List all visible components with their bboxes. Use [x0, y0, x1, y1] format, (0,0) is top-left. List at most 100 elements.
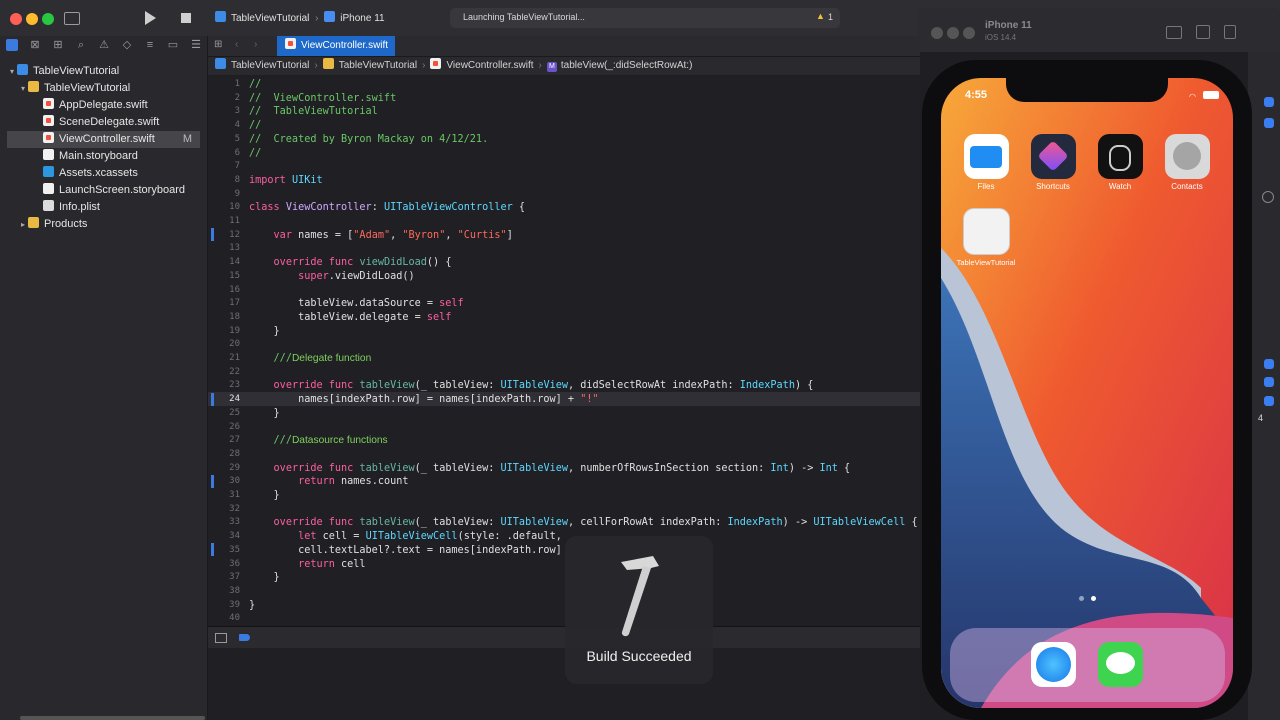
tree-file[interactable]: Assets.xcassets	[43, 165, 138, 182]
line-number[interactable]: 20	[208, 339, 240, 349]
sidebar-scrollbar[interactable]	[20, 716, 205, 720]
line-number[interactable]: 1	[208, 79, 240, 89]
run-button[interactable]	[145, 11, 156, 25]
rotate-icon[interactable]	[1224, 25, 1236, 39]
grid-icon[interactable]: ⊞	[214, 39, 222, 50]
tree-file[interactable]: Info.plist	[43, 199, 100, 216]
line-number[interactable]: 23	[208, 380, 240, 390]
line-number[interactable]: 18	[208, 312, 240, 322]
popup-stepper[interactable]	[1264, 359, 1274, 369]
stop-button[interactable]	[181, 13, 191, 23]
breakpoints-toggle-icon[interactable]	[239, 634, 250, 641]
close-window-button[interactable]	[10, 13, 22, 25]
line-number[interactable]: 16	[208, 285, 240, 295]
line-number[interactable]: 21	[208, 353, 240, 363]
tree-file-selected[interactable]: ViewController.swift M	[7, 131, 200, 148]
zoom-window-button[interactable]	[42, 13, 54, 25]
debug-icon[interactable]: ≡	[144, 39, 156, 51]
code-line: override func tableView(_ tableView: UIT…	[273, 462, 851, 474]
line-number[interactable]: 37	[208, 572, 240, 582]
breakpoint-icon[interactable]: ▭	[167, 39, 179, 51]
line-number[interactable]: 36	[208, 559, 240, 569]
tree-group-folder[interactable]: ▸ Products	[21, 216, 87, 233]
line-number[interactable]: 3	[208, 106, 240, 116]
tree-project-root[interactable]: ▾ TableViewTutorial	[10, 63, 119, 80]
popup-stepper[interactable]	[1264, 377, 1274, 387]
safari-icon[interactable]	[1031, 642, 1076, 687]
tree-group-folder[interactable]: ▾ TableViewTutorial	[21, 80, 130, 97]
minimize-window-button[interactable]	[26, 13, 38, 25]
page-dot-active[interactable]	[1091, 596, 1096, 601]
line-number[interactable]: 15	[208, 271, 240, 281]
line-number[interactable]: 7	[208, 161, 240, 171]
source-control-icon[interactable]: ⊠	[29, 39, 41, 51]
sidebar-toggle-icon[interactable]	[64, 12, 80, 25]
line-number[interactable]: 2	[208, 93, 240, 103]
back-icon[interactable]: ‹	[235, 39, 238, 50]
sim-close-button[interactable]	[931, 27, 943, 39]
scheme-selector[interactable]: TableViewTutorial › iPhone 11	[215, 11, 385, 24]
line-number[interactable]: 5	[208, 134, 240, 144]
folder-icon[interactable]	[6, 39, 18, 51]
line-number[interactable]: 24	[208, 394, 240, 404]
line-number[interactable]: 29	[208, 463, 240, 473]
line-number[interactable]: 9	[208, 189, 240, 199]
line-number[interactable]: 22	[208, 367, 240, 377]
symbol-icon[interactable]: ⊞	[52, 39, 64, 51]
popup-stepper[interactable]	[1264, 396, 1274, 406]
line-number[interactable]: 27	[208, 435, 240, 445]
line-number[interactable]: 40	[208, 613, 240, 623]
app-files[interactable]: Files	[963, 134, 1009, 191]
line-number[interactable]: 31	[208, 490, 240, 500]
line-number[interactable]: 8	[208, 175, 240, 185]
line-number[interactable]: 25	[208, 408, 240, 418]
search-icon[interactable]: ⌕	[75, 39, 87, 51]
app-shortcuts[interactable]: Shortcuts	[1030, 134, 1076, 191]
tree-file[interactable]: LaunchScreen.storyboard	[43, 182, 185, 199]
line-number[interactable]: 13	[208, 243, 240, 253]
line-number[interactable]: 30	[208, 476, 240, 486]
app-watch[interactable]: Watch	[1097, 134, 1143, 191]
line-number[interactable]: 4	[208, 120, 240, 130]
line-number[interactable]: 28	[208, 449, 240, 459]
forward-icon[interactable]: ›	[254, 39, 257, 50]
line-number[interactable]: 19	[208, 326, 240, 336]
iphone-screen[interactable]: 4:55 ◠ Files Shortcuts Watch Contacts Ta…	[941, 78, 1233, 708]
tree-file[interactable]: AppDelegate.swift	[43, 97, 148, 114]
line-number[interactable]: 11	[208, 216, 240, 226]
report-icon[interactable]: ☰	[190, 39, 202, 51]
console-area[interactable]	[208, 648, 920, 720]
sim-zoom-button[interactable]	[963, 27, 975, 39]
line-number[interactable]: 33	[208, 517, 240, 527]
line-number[interactable]: 14	[208, 257, 240, 267]
line-number[interactable]: 38	[208, 586, 240, 596]
line-number[interactable]: 17	[208, 298, 240, 308]
line-number[interactable]: 39	[208, 600, 240, 610]
line-number[interactable]: 35	[208, 545, 240, 555]
warning-icon[interactable]: ▲	[816, 11, 825, 21]
source-editor[interactable]: 1 2 3 4 5 6 7 8 9 10 11 12 13 14 15 16 17 18 19 20 21 22 23 24 2…	[208, 76, 920, 626]
popup-stepper[interactable]	[1264, 97, 1274, 107]
line-number[interactable]: 12	[208, 230, 240, 240]
test-icon[interactable]: ◇	[121, 39, 133, 51]
line-number[interactable]: 6	[208, 148, 240, 158]
hide-debug-area-icon[interactable]	[215, 633, 227, 643]
tree-file[interactable]: Main.storyboard	[43, 148, 138, 165]
tree-file[interactable]: SceneDelegate.swift	[43, 114, 159, 131]
line-number[interactable]: 34	[208, 531, 240, 541]
messages-icon[interactable]	[1098, 642, 1143, 687]
line-number[interactable]: 32	[208, 504, 240, 514]
tab-viewcontroller[interactable]: ViewController.swift	[277, 36, 395, 56]
breadcrumb[interactable]: TableViewTutorial › TableViewTutorial › View…	[215, 57, 692, 75]
sim-minimize-button[interactable]	[947, 27, 959, 39]
page-dot[interactable]	[1079, 596, 1084, 601]
radio-icon[interactable]	[1262, 191, 1274, 203]
line-number[interactable]: 10	[208, 202, 240, 212]
line-number[interactable]: 26	[208, 422, 240, 432]
app-tableviewtutorial[interactable]: TableViewTutorial	[956, 208, 1016, 267]
issue-icon[interactable]: ⚠	[98, 39, 110, 51]
home-icon[interactable]	[1196, 25, 1210, 39]
popup-stepper[interactable]	[1264, 118, 1274, 128]
app-contacts[interactable]: Contacts	[1164, 134, 1210, 191]
screenshot-icon[interactable]	[1166, 26, 1182, 39]
